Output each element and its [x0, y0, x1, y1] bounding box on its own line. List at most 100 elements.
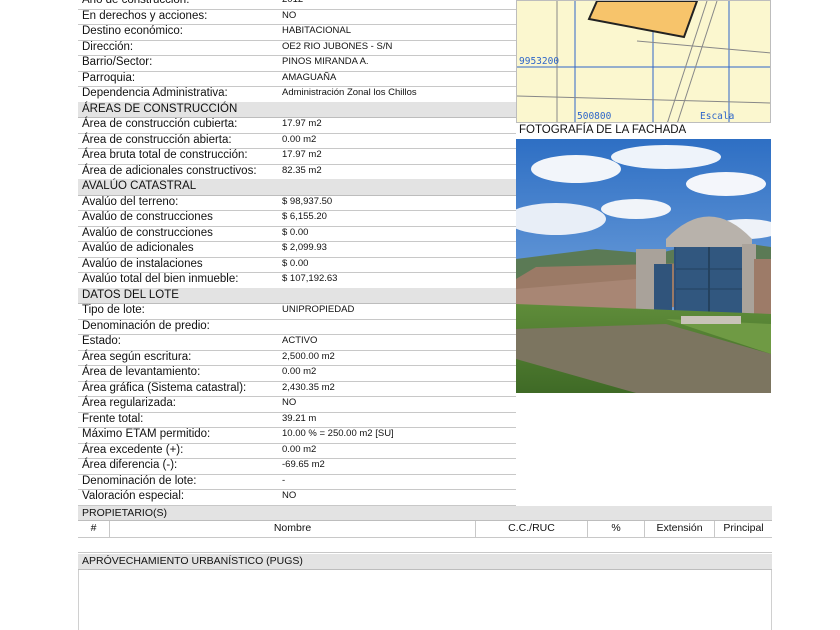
detail-value: $ 6,155.20 [282, 211, 327, 222]
owners-empty-row [78, 538, 772, 553]
pugs-header: APRÓVECHAMIENTO URBANÍSTICO (PUGS) [78, 554, 772, 570]
detail-label: Área según escritura: [82, 350, 192, 363]
detail-label: Avalúo del terreno: [82, 195, 179, 208]
detail-value: PINOS MIRANDA A. [282, 56, 369, 67]
detail-value: 0.00 m2 [282, 443, 317, 455]
detail-value: - [282, 474, 286, 486]
detail-label: Año de construcción: [82, 0, 190, 6]
detail-value: 39.21 m [282, 412, 317, 424]
detail-value: 10.00 % = 250.00 m2 [SU] [282, 428, 394, 439]
detail-value: $ 0.00 [282, 226, 309, 238]
detail-row: Área según escritura: 2,500.00 m2 [78, 350, 516, 366]
detail-value: ACTIVO [282, 335, 318, 346]
detail-row: Área de adicionales constructivos: 82.35 … [78, 164, 516, 180]
detail-value: 0.00 m2 [282, 366, 317, 377]
detail-row: Área de construcción cubierta: 17.97 m2 [78, 117, 516, 134]
detail-label: Barrio/Sector: [82, 56, 153, 68]
detail-row: Avalúo de adicionales $ 2,099.93 [78, 241, 516, 258]
detail-row: Tipo de lote: UNIPROPIEDAD [78, 303, 516, 320]
detail-value: NO [282, 490, 297, 501]
detail-row: Área de construcción abierta: 0.00 m2 [78, 133, 516, 149]
detail-row: Dirección: OE2 RIO JUBONES - S/N [78, 40, 516, 56]
detail-label: Área gráfica (Sistema catastral): [82, 381, 247, 394]
detail-label: Dirección: [82, 40, 134, 53]
detail-value: $ 107,192.63 [282, 273, 338, 284]
detail-row: Valoración especial: NO [78, 489, 516, 506]
detail-row: Avalúo de construcciones $ 6,155.20 [78, 210, 516, 227]
detail-value: Administración Zonal los Chillos [282, 87, 417, 98]
section-title: AVALÚO CATASTRAL [82, 180, 197, 192]
detail-value: NO [282, 9, 297, 21]
detail-label: Valoración especial: [82, 490, 185, 502]
section-header: AVALÚO CATASTRAL [78, 179, 516, 196]
detail-label: Área de levantamiento: [82, 366, 201, 378]
detail-row: En derechos y acciones: NO [78, 9, 516, 25]
map-scale: Escala 1:2500 [700, 111, 735, 122]
detail-label: Área diferencia (-): [82, 459, 178, 471]
map-coordinate-x: 500800 [577, 111, 612, 122]
detail-row: Área gráfica (Sistema catastral): 2,430.3… [78, 381, 516, 397]
detail-label: Avalúo de instalaciones [82, 257, 203, 270]
detail-label: Tipo de lote: [82, 304, 145, 316]
owners-header: PROPIETARIO(S) [78, 506, 772, 521]
detail-row: Avalúo total del bien inmueble: $ 107,192… [78, 272, 516, 289]
column-name: Nombre [109, 521, 475, 537]
detail-row: Avalúo de construcciones $ 0.00 [78, 226, 516, 242]
detail-row: Frente total: 39.21 m [78, 412, 516, 428]
detail-label: Área de construcción cubierta: [82, 118, 238, 130]
cadastral-map: 9953200 500800 Escala 1:2500 [516, 0, 771, 123]
detail-value: OE2 RIO JUBONES - S/N [282, 40, 393, 52]
detail-label: Máximo ETAM permitido: [82, 428, 211, 440]
detail-label: Avalúo total del bien inmueble: [82, 273, 239, 285]
detail-row: Destino económico: HABITACIONAL [78, 24, 516, 41]
facade-photo [516, 139, 771, 393]
detail-row: Avalúo de instalaciones $ 0.00 [78, 257, 516, 273]
photo-title: FOTOGRAFÍA DE LA FACHADA [519, 124, 687, 136]
detail-value: 2,430.35 m2 [282, 381, 335, 393]
detail-value: 2,500.00 m2 [282, 350, 335, 362]
pugs-content [78, 570, 772, 630]
detail-row: Dependencia Administrativa: Administració… [78, 86, 516, 103]
detail-label: Avalúo de construcciones [82, 211, 213, 223]
detail-label: Área regularizada: [82, 397, 176, 409]
section-header: DATOS DEL LOTE [78, 287, 516, 304]
detail-row: Barrio/Sector: PINOS MIRANDA A. [78, 55, 516, 72]
detail-label: Parroquia: [82, 71, 136, 84]
property-record: Año de construcción: 2012 En derechos y ac… [78, 0, 772, 630]
detail-label: Estado: [82, 335, 121, 347]
column-id: C.C./RUC [475, 521, 587, 537]
detail-value: 17.97 m2 [282, 118, 322, 129]
detail-row: Denominación de predio: [78, 319, 516, 335]
column-percent: % [587, 521, 644, 537]
section-header: ÁREAS DE CONSTRUCCIÓN [78, 101, 516, 118]
detail-value: NO [282, 397, 297, 408]
detail-label: Dependencia Administrativa: [82, 87, 228, 99]
detail-row: Avalúo del terreno: $ 98,937.50 [78, 195, 516, 211]
detail-value: 82.35 m2 [282, 164, 322, 176]
detail-value: 17.97 m2 [282, 149, 322, 160]
detail-row: Estado: ACTIVO [78, 334, 516, 351]
detail-label: Área de construcción abierta: [82, 133, 232, 146]
detail-row: Parroquia: AMAGUAÑA [78, 71, 516, 87]
detail-label: Área excedente (+): [82, 443, 184, 456]
detail-label: Frente total: [82, 412, 144, 425]
detail-label: Área bruta total de construcción: [82, 149, 248, 161]
detail-value: $ 2,099.93 [282, 242, 327, 253]
detail-value: 2012 [282, 0, 303, 7]
section-title: DATOS DEL LOTE [82, 288, 179, 301]
detail-label: Destino económico: [82, 25, 183, 37]
detail-label: Área de adicionales constructivos: [82, 164, 257, 177]
map-coordinate-y: 9953200 [519, 56, 560, 67]
detail-row: Área excedente (+): 0.00 m2 [78, 443, 516, 459]
detail-value: $ 0.00 [282, 257, 309, 269]
detail-label: Denominación de lote: [82, 474, 197, 487]
detail-value: AMAGUAÑA [282, 71, 337, 83]
section-title: ÁREAS DE CONSTRUCCIÓN [82, 102, 238, 115]
detail-label: Avalúo de construcciones [82, 226, 213, 239]
pugs-title: APRÓVECHAMIENTO URBANÍSTICO (PUGS) [82, 555, 303, 567]
owners-title: PROPIETARIO(S) [82, 507, 167, 519]
detail-row: Denominación de lote: - [78, 474, 516, 490]
detail-row: Máximo ETAM permitido: 10.00 % = 250.00 m… [78, 427, 516, 444]
column-principal: Principal [714, 521, 772, 537]
column-number: # [90, 522, 97, 534]
